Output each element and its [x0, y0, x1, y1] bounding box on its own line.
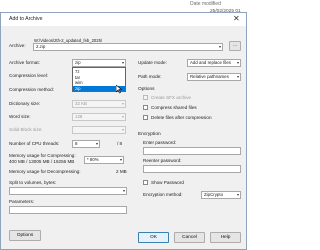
cpu-threads-label: Number of CPU threads: [9, 141, 60, 146]
dialog-title: Add to Archive [9, 16, 43, 22]
chevron-down-icon: ▾ [121, 60, 124, 65]
archive-name-combo[interactable]: 2.zip ▾ [33, 43, 223, 51]
path-mode-value: Relative pathnames [190, 74, 229, 79]
archive-format-option[interactable]: 7z [73, 69, 125, 74]
sfx-label: Create SFX archive [151, 95, 192, 100]
chevron-down-icon: ▾ [236, 192, 239, 197]
browse-button[interactable]: ... [229, 41, 241, 51]
chevron-down-icon: ▾ [121, 101, 124, 106]
mouse-pointer-icon [116, 85, 122, 94]
chevron-down-icon: ▾ [236, 74, 239, 79]
chevron-down-icon: ▾ [95, 141, 98, 146]
archive-label: Archive: [9, 43, 26, 48]
path-mode-label: Path mode: [138, 74, 162, 79]
cpu-threads-select[interactable]: 8 ▾ [72, 140, 100, 148]
update-mode-label: Update mode: [138, 60, 167, 65]
encryption-method-select[interactable]: ZipCrypto ▾ [201, 191, 241, 199]
dialog-titlebar[interactable]: Add to Archive ✕ [1, 13, 246, 26]
close-icon[interactable]: ✕ [233, 14, 240, 23]
parameters-label: Parameters: [9, 199, 35, 204]
dictionary-size-label: Dictionary size: [9, 101, 41, 106]
memory-compress-label: Memory usage for Compressing: [9, 153, 76, 158]
chevron-down-icon: ▾ [236, 60, 239, 65]
archive-name-value: 2.zip [36, 44, 46, 49]
cpu-threads-value: 8 [75, 141, 78, 146]
ok-button[interactable]: OK [138, 232, 169, 243]
memory-decompress-label: Memory usage for Decompressing: [9, 169, 81, 174]
archive-format-select[interactable]: zip ▾ [72, 59, 126, 67]
show-password-label: Show Password [151, 180, 184, 185]
memory-usage-value: * 80% [87, 157, 99, 162]
archive-format-value: zip [75, 60, 81, 65]
compression-method-label: Compression method: [9, 87, 54, 92]
delete-after-checkbox[interactable] [143, 115, 148, 120]
path-mode-select[interactable]: Relative pathnames ▾ [187, 73, 241, 81]
memory-decompress-value: 2 MB [116, 169, 127, 174]
chevron-down-icon: ▾ [119, 157, 122, 162]
dictionary-size-select[interactable]: 32 KB ▾ [72, 100, 126, 108]
add-to-archive-dialog: Add to Archive ✕ Archive: W:\Videos\2th-… [0, 12, 247, 250]
encryption-method-value: ZipCrypto [204, 192, 224, 197]
enter-password-label: Enter password: [143, 140, 177, 145]
sfx-checkbox[interactable] [143, 95, 148, 100]
word-size-select[interactable]: 128 ▾ [72, 113, 126, 121]
options-group-title: Options [138, 87, 155, 92]
word-size-label: Word size: [9, 114, 31, 119]
chevron-down-icon[interactable]: ▾ [219, 44, 221, 50]
solid-block-size-label: Solid Block size: [9, 127, 43, 132]
memory-compress-values: 400 MB / 13005 MB / 16256 MB [9, 159, 75, 164]
update-mode-select[interactable]: Add and replace files ▾ [187, 59, 241, 67]
show-password-checkbox[interactable] [143, 180, 148, 185]
reenter-password-input[interactable] [143, 165, 241, 173]
chevron-down-icon: ▾ [121, 127, 124, 132]
help-button[interactable]: Help [210, 232, 241, 243]
split-volumes-select[interactable]: ▾ [9, 187, 127, 195]
solid-block-size-select[interactable]: ▾ [72, 126, 126, 134]
parameters-input[interactable] [9, 206, 127, 214]
cancel-button[interactable]: Cancel [174, 232, 205, 243]
enter-password-input[interactable] [143, 147, 241, 155]
chevron-down-icon: ▾ [121, 114, 124, 119]
cpu-threads-total: / 8 [117, 141, 123, 146]
shared-files-checkbox[interactable] [143, 105, 148, 110]
delete-after-label: Delete files after compression [151, 115, 212, 120]
reenter-password-label: Reenter password: [143, 158, 182, 163]
compression-level-label: Compression level: [9, 73, 49, 78]
encryption-group-title: Encryption [138, 132, 161, 137]
split-volumes-label: Split to volumes, bytes: [9, 180, 57, 185]
dictionary-size-value: 32 KB [75, 101, 87, 106]
archive-format-label: Archive format: [9, 60, 40, 65]
memory-usage-select[interactable]: * 80% ▾ [84, 156, 124, 164]
options-button[interactable]: Options [9, 230, 41, 241]
chevron-down-icon: ▾ [122, 188, 125, 193]
update-mode-value: Add and replace files [190, 60, 232, 65]
shared-files-label: Compress shared files [151, 105, 197, 110]
date-modified-column-header[interactable]: Date modified [190, 1, 221, 7]
encryption-method-label: Encryption method: [143, 192, 183, 197]
word-size-value: 128 [75, 114, 83, 119]
